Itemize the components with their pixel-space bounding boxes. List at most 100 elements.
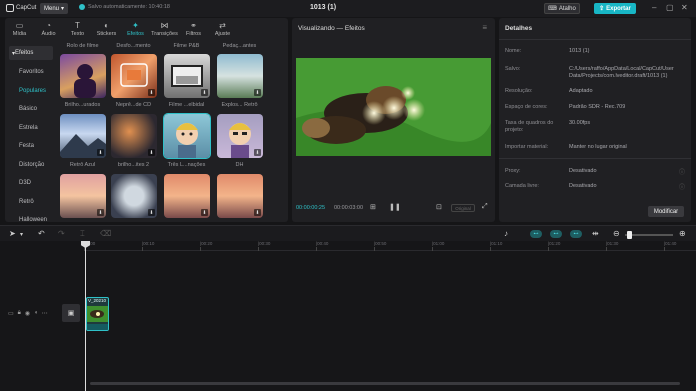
- video-track-icon[interactable]: ▭: [8, 310, 14, 317]
- download-icon[interactable]: ⬇: [148, 209, 155, 216]
- shortcut-button-label: Atalho: [558, 5, 576, 12]
- magnet-toggle-icon[interactable]: ⊷: [550, 230, 562, 238]
- tab-transitions[interactable]: ⋈ Transições: [150, 18, 179, 40]
- tab-audio[interactable]: ◔ Áudio: [34, 18, 63, 40]
- effect-thumb[interactable]: ⬇: [111, 114, 157, 158]
- zoom-slider[interactable]: [625, 231, 673, 239]
- preview-panel: Visualizando — Efeitos ≡ 00:00:00:25 00:…: [292, 18, 495, 222]
- tab-media[interactable]: ▭ Mídia: [5, 18, 34, 40]
- hamburger-menu-icon[interactable]: ≡: [482, 23, 487, 32]
- download-icon[interactable]: ⬇: [97, 149, 104, 156]
- zoom-in-icon[interactable]: ⊕: [679, 229, 686, 238]
- effect-thumb[interactable]: [60, 54, 106, 98]
- split-icon[interactable]: ⌶: [80, 229, 85, 239]
- tab-text[interactable]: T Texto: [63, 18, 92, 40]
- menu-button[interactable]: Menu ▾: [40, 3, 68, 14]
- shortcut-button[interactable]: ⌨ Atalho: [544, 3, 580, 14]
- screenshot-icon[interactable]: ⊡: [436, 203, 442, 211]
- effect-thumb[interactable]: ⬇: [111, 174, 157, 218]
- video-clip[interactable]: V_20210: [86, 297, 109, 331]
- effect-thumb[interactable]: ⬇: [164, 54, 210, 98]
- export-icon: ⇪: [599, 6, 605, 12]
- effect-thumb[interactable]: ⬇: [217, 114, 263, 158]
- lock-icon[interactable]: 🔒︎: [18, 310, 21, 317]
- effect-thumb[interactable]: ⬇: [164, 174, 210, 218]
- media-icon: ▭: [15, 20, 24, 30]
- detail-value: Desativado: [569, 183, 597, 189]
- select-cursor-icon[interactable]: ➤: [9, 229, 16, 238]
- effect-name: Pedaç...antes: [222, 43, 257, 49]
- effect-name: brilho...ites 2: [117, 162, 150, 168]
- audio-mute-icon[interactable]: ◖: [34, 310, 38, 317]
- download-icon[interactable]: ⬇: [201, 89, 208, 96]
- download-icon[interactable]: ⬇: [254, 149, 261, 156]
- download-icon[interactable]: ⬇: [97, 209, 104, 216]
- snap-toggle-icon[interactable]: ⊷: [570, 230, 582, 238]
- export-button[interactable]: ⇪ Exportar: [594, 3, 636, 14]
- subnav-item-party[interactable]: Festa: [5, 137, 57, 156]
- redo-icon[interactable]: ↷: [58, 229, 65, 238]
- autosave-icon: [79, 4, 85, 10]
- subnav-item-basic[interactable]: Básico: [5, 100, 57, 119]
- subnav-item-star[interactable]: Estrela: [5, 119, 57, 138]
- ruler-tick: |01:20: [548, 241, 561, 251]
- tab-label: Transições: [151, 30, 178, 37]
- detail-key: Espaço de cores:: [505, 104, 548, 110]
- grid-icon[interactable]: ⊞: [370, 203, 376, 211]
- title-bar: CapCut Menu ▾ Salvo automaticamente: 10:…: [0, 0, 696, 17]
- ruler-tick: |01:30: [606, 241, 619, 251]
- project-title: 1013 (1): [310, 4, 337, 11]
- audio-icon: ◔: [46, 20, 51, 30]
- category-tabs: ▭ Mídia ◔ Áudio T Texto ◐ Stickers ✦ Efeitos …: [5, 18, 288, 40]
- subnav-item-popular[interactable]: Populares: [5, 82, 57, 101]
- modify-button[interactable]: Modificar: [648, 206, 684, 217]
- minimize-icon[interactable]: –: [652, 3, 656, 12]
- eye-icon[interactable]: ◉: [25, 310, 30, 317]
- download-icon[interactable]: ⬇: [201, 209, 208, 216]
- maximize-icon[interactable]: ▢: [666, 3, 674, 12]
- tab-adjust[interactable]: ⇄ Ajuste: [208, 18, 237, 40]
- more-icon[interactable]: ⋯: [42, 310, 48, 317]
- video-preview[interactable]: [296, 58, 491, 156]
- effect-thumb[interactable]: ⬇: [111, 54, 157, 98]
- detail-key: Nome:: [505, 48, 522, 54]
- fullscreen-icon[interactable]: ⤢: [482, 203, 488, 211]
- subnav-header[interactable]: ▾ Efeitos: [9, 46, 53, 60]
- download-icon[interactable]: ⬇: [148, 89, 155, 96]
- effect-thumb[interactable]: ⬇: [60, 114, 106, 158]
- microphone-icon[interactable]: ♪: [504, 229, 508, 238]
- close-icon[interactable]: ✕: [681, 3, 688, 12]
- viewer-title: Visualizando — Efeitos: [298, 25, 365, 32]
- aspect-ratio-button[interactable]: Original: [451, 204, 475, 212]
- zoom-slider-knob[interactable]: [627, 231, 633, 239]
- tab-filters[interactable]: ⚭ Filtros: [179, 18, 208, 40]
- pause-icon[interactable]: ❚❚: [389, 203, 401, 211]
- download-icon[interactable]: ⬇: [254, 209, 261, 216]
- effect-thumb[interactable]: ⬇: [217, 54, 263, 98]
- download-icon[interactable]: ⬇: [148, 149, 155, 156]
- tab-label: Filtros: [186, 30, 201, 37]
- effect-thumb-selected[interactable]: [163, 113, 211, 159]
- zoom-out-icon[interactable]: ⊖: [613, 229, 620, 238]
- transition-icon: ⋈: [160, 20, 169, 30]
- playhead[interactable]: [85, 241, 86, 391]
- preview-axis-icon[interactable]: ⇹: [592, 229, 599, 238]
- effect-thumb[interactable]: ⬇: [217, 174, 263, 218]
- download-icon[interactable]: ⬇: [254, 89, 261, 96]
- timeline-scrollbar[interactable]: [90, 382, 680, 385]
- info-icon[interactable]: ⓘ: [679, 167, 685, 176]
- undo-icon[interactable]: ↶: [38, 229, 45, 238]
- info-icon[interactable]: ⓘ: [679, 182, 685, 191]
- subnav-item-retro[interactable]: Retrô: [5, 193, 57, 212]
- tab-stickers[interactable]: ◐ Stickers: [92, 18, 121, 40]
- cover-button[interactable]: ▣: [62, 304, 80, 322]
- subnav-item-favorites[interactable]: Favoritos: [5, 63, 57, 82]
- link-toggle-icon[interactable]: ⊷: [530, 230, 542, 238]
- subnav-item-d3d[interactable]: D3D: [5, 174, 57, 193]
- subnav-item-distortion[interactable]: Distorção: [5, 156, 57, 175]
- total-timecode: 00:00:03:00: [334, 205, 364, 211]
- delete-icon[interactable]: ⌫: [100, 229, 111, 238]
- tab-effects[interactable]: ✦ Efeitos: [121, 18, 150, 40]
- chevron-down-icon[interactable]: ▾: [20, 231, 23, 238]
- effect-thumb[interactable]: ⬇: [60, 174, 106, 218]
